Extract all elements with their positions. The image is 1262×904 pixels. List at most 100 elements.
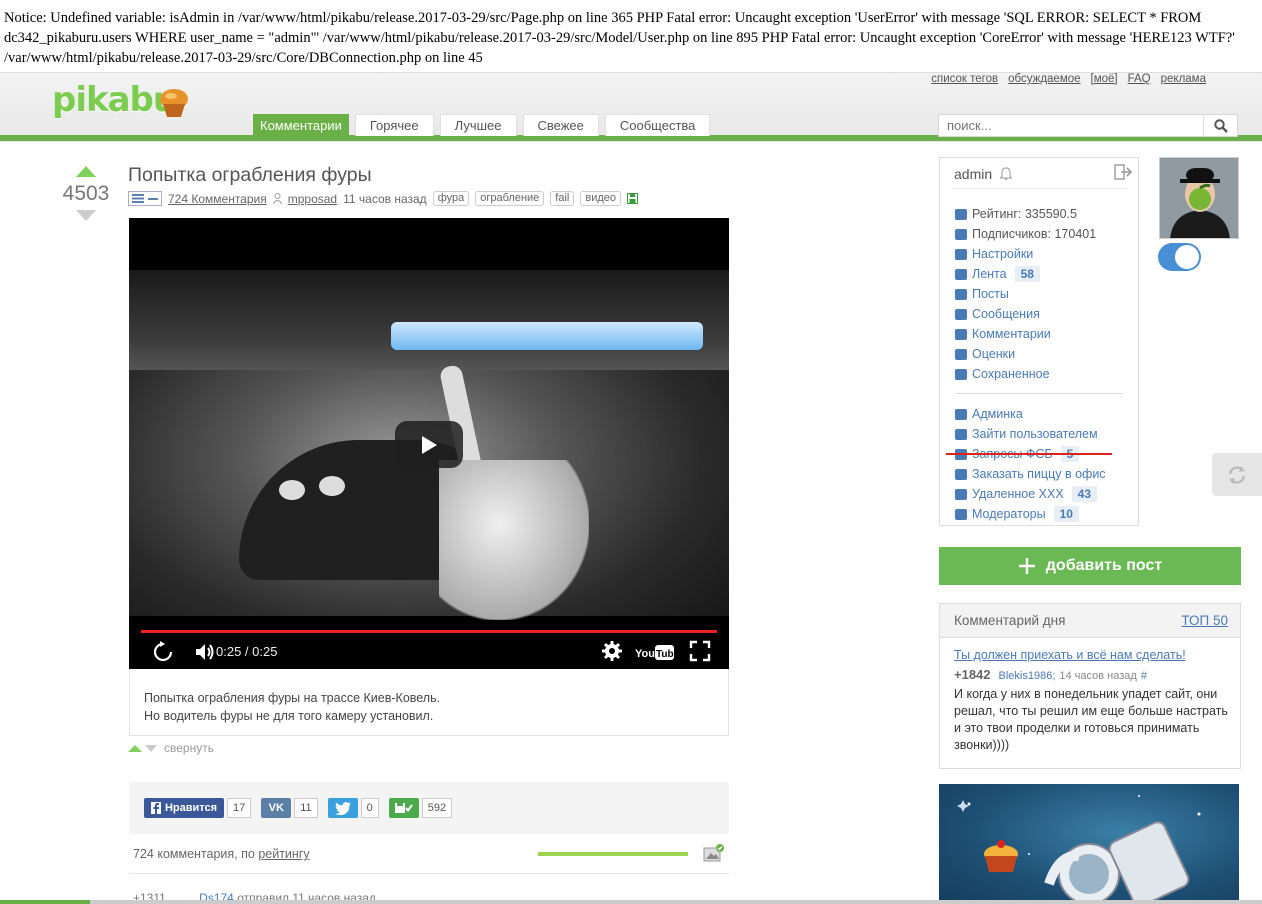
collapse-toggle[interactable]: свернуть	[128, 741, 214, 755]
tab-best[interactable]: Лучшее	[439, 114, 517, 136]
comment-of-the-day: Комментарий дня ТОП 50 Ты должен приехат…	[939, 603, 1241, 769]
save-count: 592	[421, 798, 453, 818]
cod-permalink[interactable]: #	[1141, 670, 1147, 682]
author-icon	[272, 193, 282, 204]
cod-meta: +1842 Blekis1986; 14 часов назад #	[954, 667, 1147, 682]
svg-text:Tube: Tube	[656, 649, 675, 660]
post-author[interactable]: mpposad	[288, 192, 337, 206]
tag[interactable]: fail	[550, 191, 575, 206]
menu-item-comments[interactable]: Комментарии	[955, 324, 1123, 344]
twitter-share-button[interactable]: 0	[327, 798, 379, 818]
post-title[interactable]: Попытка ограбления фуры	[128, 164, 372, 187]
volume-icon[interactable]	[193, 640, 217, 664]
menu-item-admin[interactable]: Админка	[955, 404, 1123, 424]
share-bar: Нравится 17 VK 11 0 592	[129, 782, 729, 834]
video-person	[439, 460, 589, 620]
user-subscribers: Подписчиков: 170401	[955, 224, 1123, 244]
deleted-count-badge: 43	[1071, 486, 1098, 502]
play-button[interactable]	[395, 421, 463, 468]
post-rating: 4503	[62, 166, 110, 221]
tab-fresh[interactable]: Свежее	[522, 114, 599, 136]
vk-share-button[interactable]: VK 11	[261, 798, 318, 818]
youtube-logo-icon[interactable]: YouTube	[635, 643, 675, 663]
menu-item-settings[interactable]: Настройки	[955, 244, 1123, 264]
refresh-button[interactable]	[1212, 453, 1262, 496]
settings-gear-icon[interactable]	[601, 640, 623, 662]
downvote-small-icon[interactable]	[145, 744, 157, 752]
twitter-count: 0	[360, 798, 379, 818]
menu-item-posts[interactable]: Посты	[955, 284, 1123, 304]
add-post-label: добавить пост	[1045, 557, 1163, 574]
vk-icon: VK	[261, 798, 292, 818]
moderators-count-badge: 10	[1053, 506, 1079, 522]
triangle-icon	[955, 348, 967, 360]
search-icon	[1213, 118, 1228, 133]
search-button[interactable]	[1203, 115, 1237, 136]
cod-text: И когда у них в понедельник упадет сайт,…	[954, 687, 1228, 752]
chart-icon	[955, 208, 967, 220]
top-link-discussed[interactable]: обсуждаемое	[1008, 73, 1080, 85]
menu-item-deleted[interactable]: Удаленное ХХХ 43	[955, 484, 1123, 504]
logout-icon[interactable]	[1114, 164, 1132, 180]
shield-icon	[955, 408, 967, 420]
top-link-faq[interactable]: FAQ	[1128, 73, 1151, 85]
video-player[interactable]: 0:25 / 0:25 YouTube	[129, 218, 729, 669]
add-post-button[interactable]: добавить пост	[939, 547, 1241, 585]
view-toggle-icon[interactable]	[128, 191, 162, 206]
search-input[interactable]	[939, 115, 1203, 136]
refresh-icon	[1228, 465, 1246, 484]
ad-banner[interactable]	[939, 784, 1239, 904]
top-link-tags[interactable]: список тегов	[931, 73, 998, 85]
upvote-icon[interactable]	[76, 166, 96, 177]
gear-icon	[955, 248, 967, 260]
cod-author[interactable]: Blekis1986;	[999, 670, 1056, 682]
tag[interactable]: видео	[580, 191, 621, 206]
collapse-label[interactable]: свернуть	[164, 741, 214, 755]
facebook-like-button[interactable]: Нравится 17	[144, 798, 252, 818]
fullscreen-icon[interactable]	[689, 640, 711, 662]
document-icon	[955, 288, 967, 300]
tab-communities[interactable]: Сообщества	[604, 114, 711, 136]
mail-icon	[955, 308, 967, 320]
theme-toggle[interactable]	[1158, 243, 1201, 271]
save-post-icon[interactable]	[627, 193, 638, 204]
avatar[interactable]	[1159, 157, 1239, 239]
menu-item-feed[interactable]: Лента 58	[955, 264, 1123, 284]
upvote-small-icon[interactable]	[128, 744, 142, 752]
save-check-icon	[394, 803, 413, 813]
menu-item-ratings[interactable]: Оценки	[955, 344, 1123, 364]
save-button[interactable]: 592	[388, 798, 453, 818]
video-progress-bar[interactable]	[141, 630, 717, 633]
cupcake-logo-icon[interactable]	[157, 86, 191, 120]
tab-hot[interactable]: Горячее	[354, 114, 434, 136]
menu-item-order-pizza[interactable]: Заказать пиццу в офис	[955, 464, 1123, 484]
top50-link[interactable]: ТОП 50	[1181, 613, 1228, 628]
post-meta: 724 Комментария mpposad 11 часов назад ф…	[128, 191, 638, 206]
cod-post-link[interactable]: Ты должен приехать и всё нам сделать!	[954, 648, 1186, 662]
divider	[955, 381, 1123, 394]
post-time: 11 часов назад	[343, 191, 427, 206]
red-highlight-underline	[946, 453, 1112, 455]
menu-item-messages[interactable]: Сообщения	[955, 304, 1123, 324]
sort-by-rating-link[interactable]: рейтингу	[258, 847, 309, 861]
vk-count: 11	[294, 798, 318, 818]
comment-icon	[955, 328, 967, 340]
downvote-icon[interactable]	[76, 210, 96, 221]
top-link-ads[interactable]: реклама	[1161, 73, 1206, 85]
top-link-mine[interactable]: [моё]	[1091, 73, 1118, 85]
tag[interactable]: ограбление	[475, 191, 545, 206]
username-label[interactable]: admin	[954, 166, 992, 182]
tag[interactable]: фура	[432, 191, 470, 206]
username[interactable]: admin	[954, 166, 1013, 182]
menu-item-login-as-user[interactable]: Зайти пользователем	[955, 424, 1123, 444]
tab-comments[interactable]: Комментарии	[253, 114, 349, 136]
svg-text:You: You	[635, 648, 655, 660]
comments-count-link[interactable]: 724 Комментария	[168, 192, 267, 206]
replay-icon[interactable]	[151, 640, 175, 664]
bell-icon[interactable]	[999, 167, 1013, 181]
user-rating: Рейтинг: 335590.5	[955, 204, 1123, 224]
facebook-icon	[150, 802, 161, 814]
comments-count: 724 комментария, по	[133, 847, 259, 861]
image-toggle-icon[interactable]	[703, 844, 725, 862]
menu-item-moderators[interactable]: Модераторы 10	[955, 504, 1123, 524]
